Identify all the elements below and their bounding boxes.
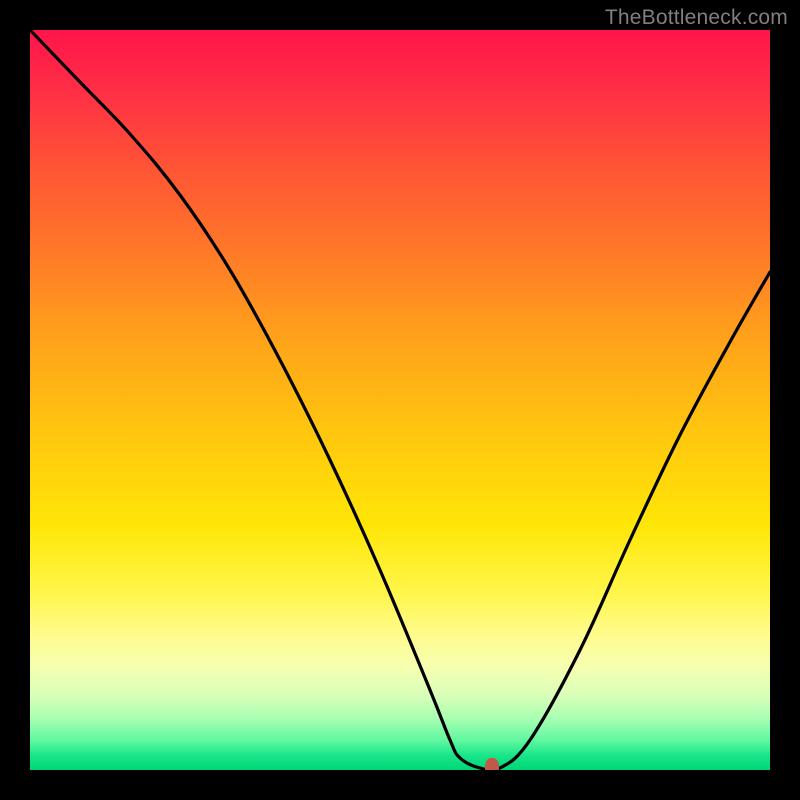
chart-area xyxy=(30,30,770,770)
bottleneck-curve xyxy=(30,30,770,770)
watermark-text: TheBottleneck.com xyxy=(605,6,788,30)
optimum-marker xyxy=(485,758,499,770)
